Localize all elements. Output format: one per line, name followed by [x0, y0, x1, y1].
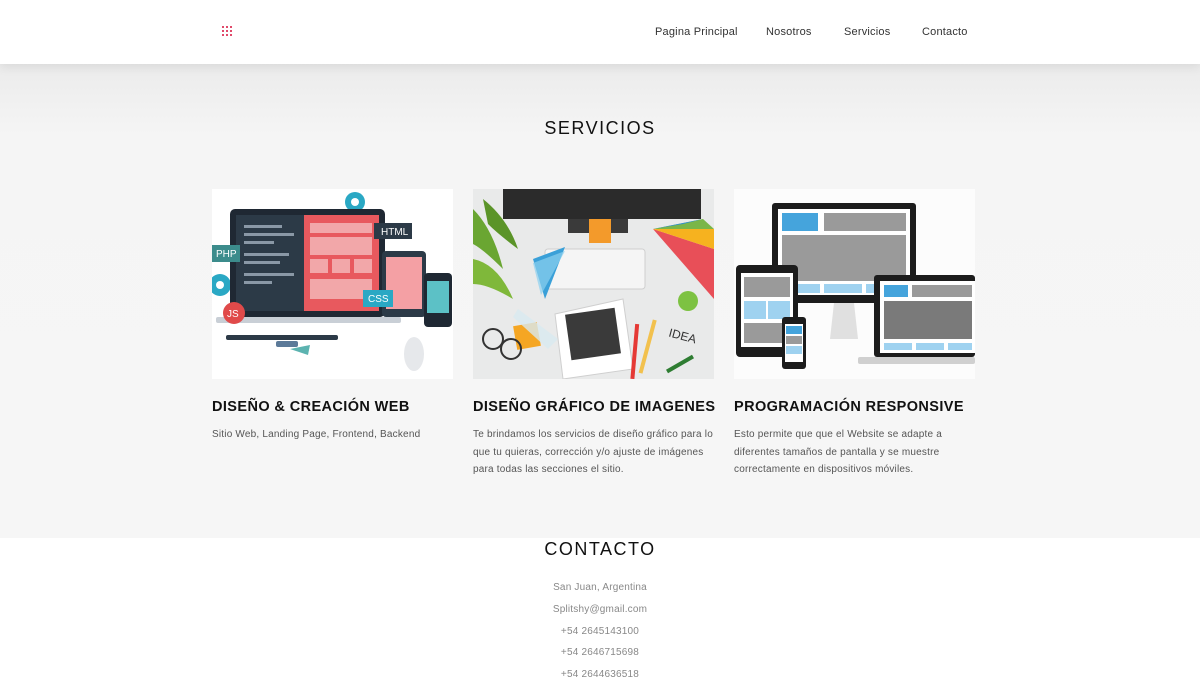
css-tag-label: CSS	[368, 294, 389, 305]
services-section: SERVICIOS HTML PHP CSS JS DISEÑO & CREAC…	[0, 64, 1200, 538]
service-text-responsive: Esto permite que que el Website se adapt…	[734, 429, 942, 475]
js-tag-label: JS	[227, 309, 239, 320]
service-card-responsive: PROGRAMACIÓN RESPONSIVE Esto permite que…	[734, 189, 975, 479]
contact-title: CONTACTO	[544, 539, 656, 559]
service-text-web: Sitio Web, Landing Page, Frontend, Backe…	[212, 429, 421, 440]
contact-address: San Juan, Argentina	[553, 582, 647, 593]
service-title-web: DISEÑO & CREACIÓN WEB	[212, 399, 410, 415]
contact-email-link[interactable]: Splitshy@gmail.com	[0, 604, 1200, 615]
nav-link-pagina-principal[interactable]: Pagina Principal	[655, 26, 738, 38]
contact-phone-3: +54 2644636518	[560, 669, 640, 680]
service-text-graphic: Te brindamos los servicios de diseño grá…	[473, 429, 713, 475]
web-development-illustration: HTML PHP CSS JS	[212, 189, 453, 379]
nav-link-contacto[interactable]: Contacto	[922, 26, 968, 38]
contact-section: CONTACTO San Juan, Argentina Splitshy@gm…	[0, 538, 1200, 695]
graphic-design-desk-photo: IDEA	[473, 189, 714, 379]
service-title-graphic: DISEÑO GRÁFICO DE IMAGENES	[473, 399, 716, 415]
service-title-responsive: PROGRAMACIÓN RESPONSIVE	[734, 399, 964, 415]
contact-phone-1: +54 2645143100	[560, 626, 640, 637]
nav-link-servicios[interactable]: Servicios	[844, 26, 890, 38]
nav-link-nosotros[interactable]: Nosotros	[766, 26, 812, 38]
services-title: SERVICIOS	[544, 118, 656, 138]
top-navbar: Pagina Principal Nosotros Servicios Cont…	[0, 0, 1200, 64]
html-tag-label: HTML	[381, 227, 409, 238]
service-card-graphic: IDEA DISEÑO GRÁFICO DE IMAGENES Te brind…	[473, 189, 716, 479]
contact-phone-2: +54 2646715698	[560, 647, 640, 658]
responsive-devices-illustration	[734, 189, 975, 379]
nav-menu: Pagina Principal Nosotros Servicios Cont…	[0, 26, 1200, 40]
service-card-web: HTML PHP CSS JS DISEÑO & CREACIÓN WEB Si…	[212, 189, 453, 444]
php-tag-label: PHP	[216, 249, 237, 260]
